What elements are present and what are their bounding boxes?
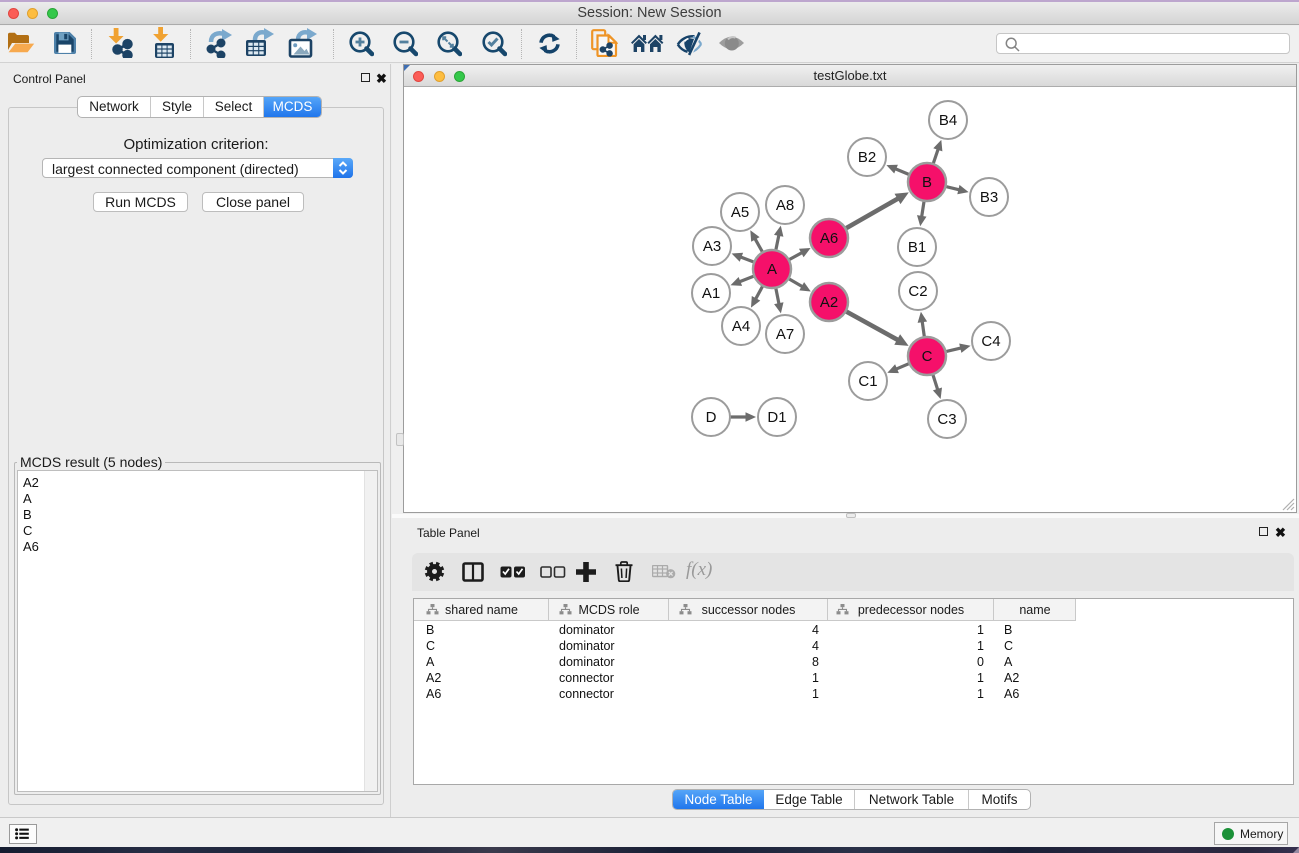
svg-text:A: A xyxy=(767,261,777,278)
svg-text:A5: A5 xyxy=(731,204,749,221)
svg-text:C: C xyxy=(922,348,933,365)
svg-text:C4: C4 xyxy=(981,333,1000,350)
svg-text:C2: C2 xyxy=(908,283,927,300)
svg-text:B4: B4 xyxy=(939,112,957,129)
svg-text:A8: A8 xyxy=(776,197,794,214)
svg-text:A7: A7 xyxy=(776,326,794,343)
svg-text:A4: A4 xyxy=(732,318,750,335)
svg-text:A6: A6 xyxy=(820,230,838,247)
svg-text:A2: A2 xyxy=(820,294,838,311)
svg-text:C3: C3 xyxy=(937,411,956,428)
svg-text:A3: A3 xyxy=(703,238,721,255)
svg-text:D: D xyxy=(706,409,717,426)
svg-text:A1: A1 xyxy=(702,285,720,302)
svg-text:B1: B1 xyxy=(908,239,926,256)
svg-text:B: B xyxy=(922,174,932,191)
svg-text:B3: B3 xyxy=(980,189,998,206)
svg-text:B2: B2 xyxy=(858,149,876,166)
svg-text:C1: C1 xyxy=(858,373,877,390)
svg-text:D1: D1 xyxy=(767,409,786,426)
